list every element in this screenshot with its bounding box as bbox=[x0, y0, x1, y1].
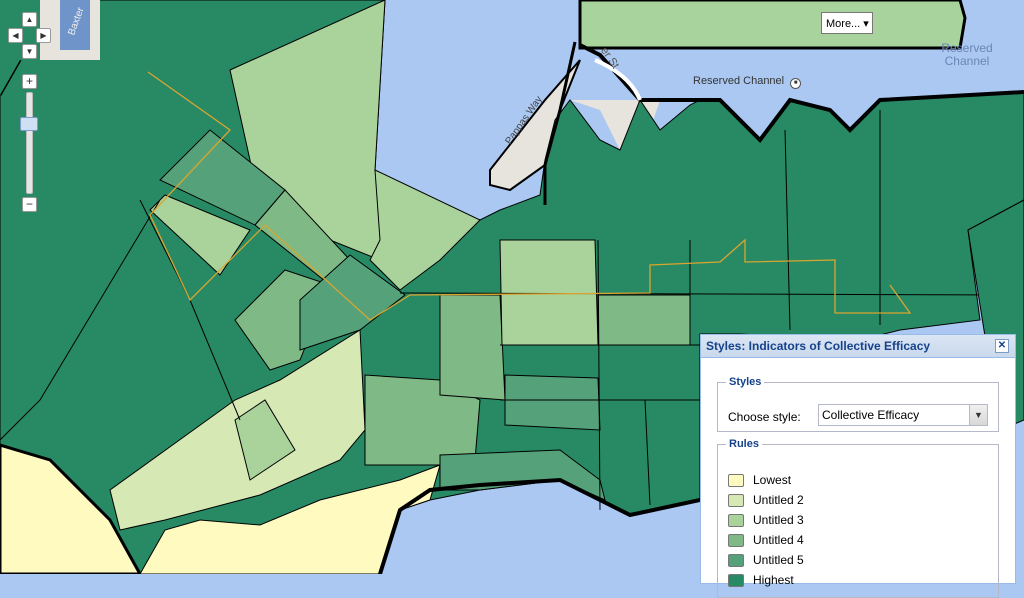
pan-down-button[interactable]: ▼ bbox=[22, 44, 37, 59]
pan-up-button[interactable]: ▲ bbox=[22, 12, 37, 27]
zoom-out-button[interactable]: − bbox=[22, 197, 37, 212]
zoom-slider-handle[interactable] bbox=[20, 117, 38, 131]
styles-legend: Styles bbox=[729, 376, 762, 388]
chevron-down-icon[interactable]: ▼ bbox=[969, 405, 987, 425]
rule-swatch bbox=[728, 474, 744, 488]
style-select[interactable]: Collective Efficacy ▼ bbox=[818, 404, 988, 426]
rule-item[interactable]: Lowest bbox=[728, 472, 791, 488]
region-untitled4-e[interactable] bbox=[597, 294, 691, 346]
zoom-in-button[interactable]: + bbox=[22, 74, 37, 89]
rule-item[interactable]: Untitled 3 bbox=[728, 512, 804, 528]
more-button[interactable]: More... ▾ bbox=[821, 12, 873, 34]
rule-swatch bbox=[728, 494, 744, 508]
style-select-value: Collective Efficacy bbox=[822, 408, 920, 422]
poi-icon: ■ bbox=[790, 78, 802, 89]
region-untitled4-d[interactable] bbox=[439, 294, 506, 401]
rule-swatch bbox=[728, 534, 744, 548]
rule-label: Untitled 4 bbox=[753, 533, 804, 547]
region-untitled3-e[interactable] bbox=[499, 239, 599, 346]
rule-label: Untitled 5 bbox=[753, 553, 804, 567]
choose-style-label: Choose style: bbox=[728, 410, 801, 424]
panel-body: Styles Choose style: Collective Efficacy… bbox=[701, 358, 1015, 598]
rule-label: Lowest bbox=[753, 473, 792, 487]
panel-header: Styles: Indicators of Collective Efficac… bbox=[701, 335, 1015, 358]
styles-panel: Styles: Indicators of Collective Efficac… bbox=[700, 334, 1016, 598]
land-strip-top bbox=[578, 0, 967, 50]
rule-item[interactable]: Untitled 2 bbox=[728, 492, 804, 508]
rule-swatch bbox=[728, 554, 744, 568]
rule-item[interactable]: Untitled 4 bbox=[728, 532, 804, 548]
rule-swatch bbox=[728, 574, 744, 588]
rule-label: Highest bbox=[753, 573, 794, 587]
panel-title: Styles: Indicators of Collective Efficac… bbox=[706, 339, 931, 353]
rule-item[interactable]: Highest bbox=[728, 572, 794, 588]
rule-swatch bbox=[728, 514, 744, 528]
rules-fieldset: Rules Lowest Untitled 2 Untitled 3 Untit… bbox=[717, 438, 999, 598]
poi-label[interactable]: Reserved Channel ■ bbox=[693, 75, 802, 89]
pan-left-button[interactable]: ◀ bbox=[8, 28, 23, 43]
region-untitled5-c[interactable] bbox=[504, 374, 601, 431]
poi-label-text: Reserved Channel bbox=[693, 75, 785, 87]
pan-right-button[interactable]: ▶ bbox=[36, 28, 51, 43]
rules-legend: Rules bbox=[729, 438, 759, 450]
water-label: Reserved Channel bbox=[941, 41, 993, 68]
zoom-slider-track[interactable] bbox=[26, 92, 33, 194]
rule-label: Untitled 2 bbox=[753, 493, 804, 507]
rule-label: Untitled 3 bbox=[753, 513, 804, 527]
styles-fieldset: Styles Choose style: Collective Efficacy… bbox=[717, 376, 999, 432]
rule-item[interactable]: Untitled 5 bbox=[728, 552, 804, 568]
close-icon[interactable]: ✕ bbox=[995, 339, 1009, 353]
